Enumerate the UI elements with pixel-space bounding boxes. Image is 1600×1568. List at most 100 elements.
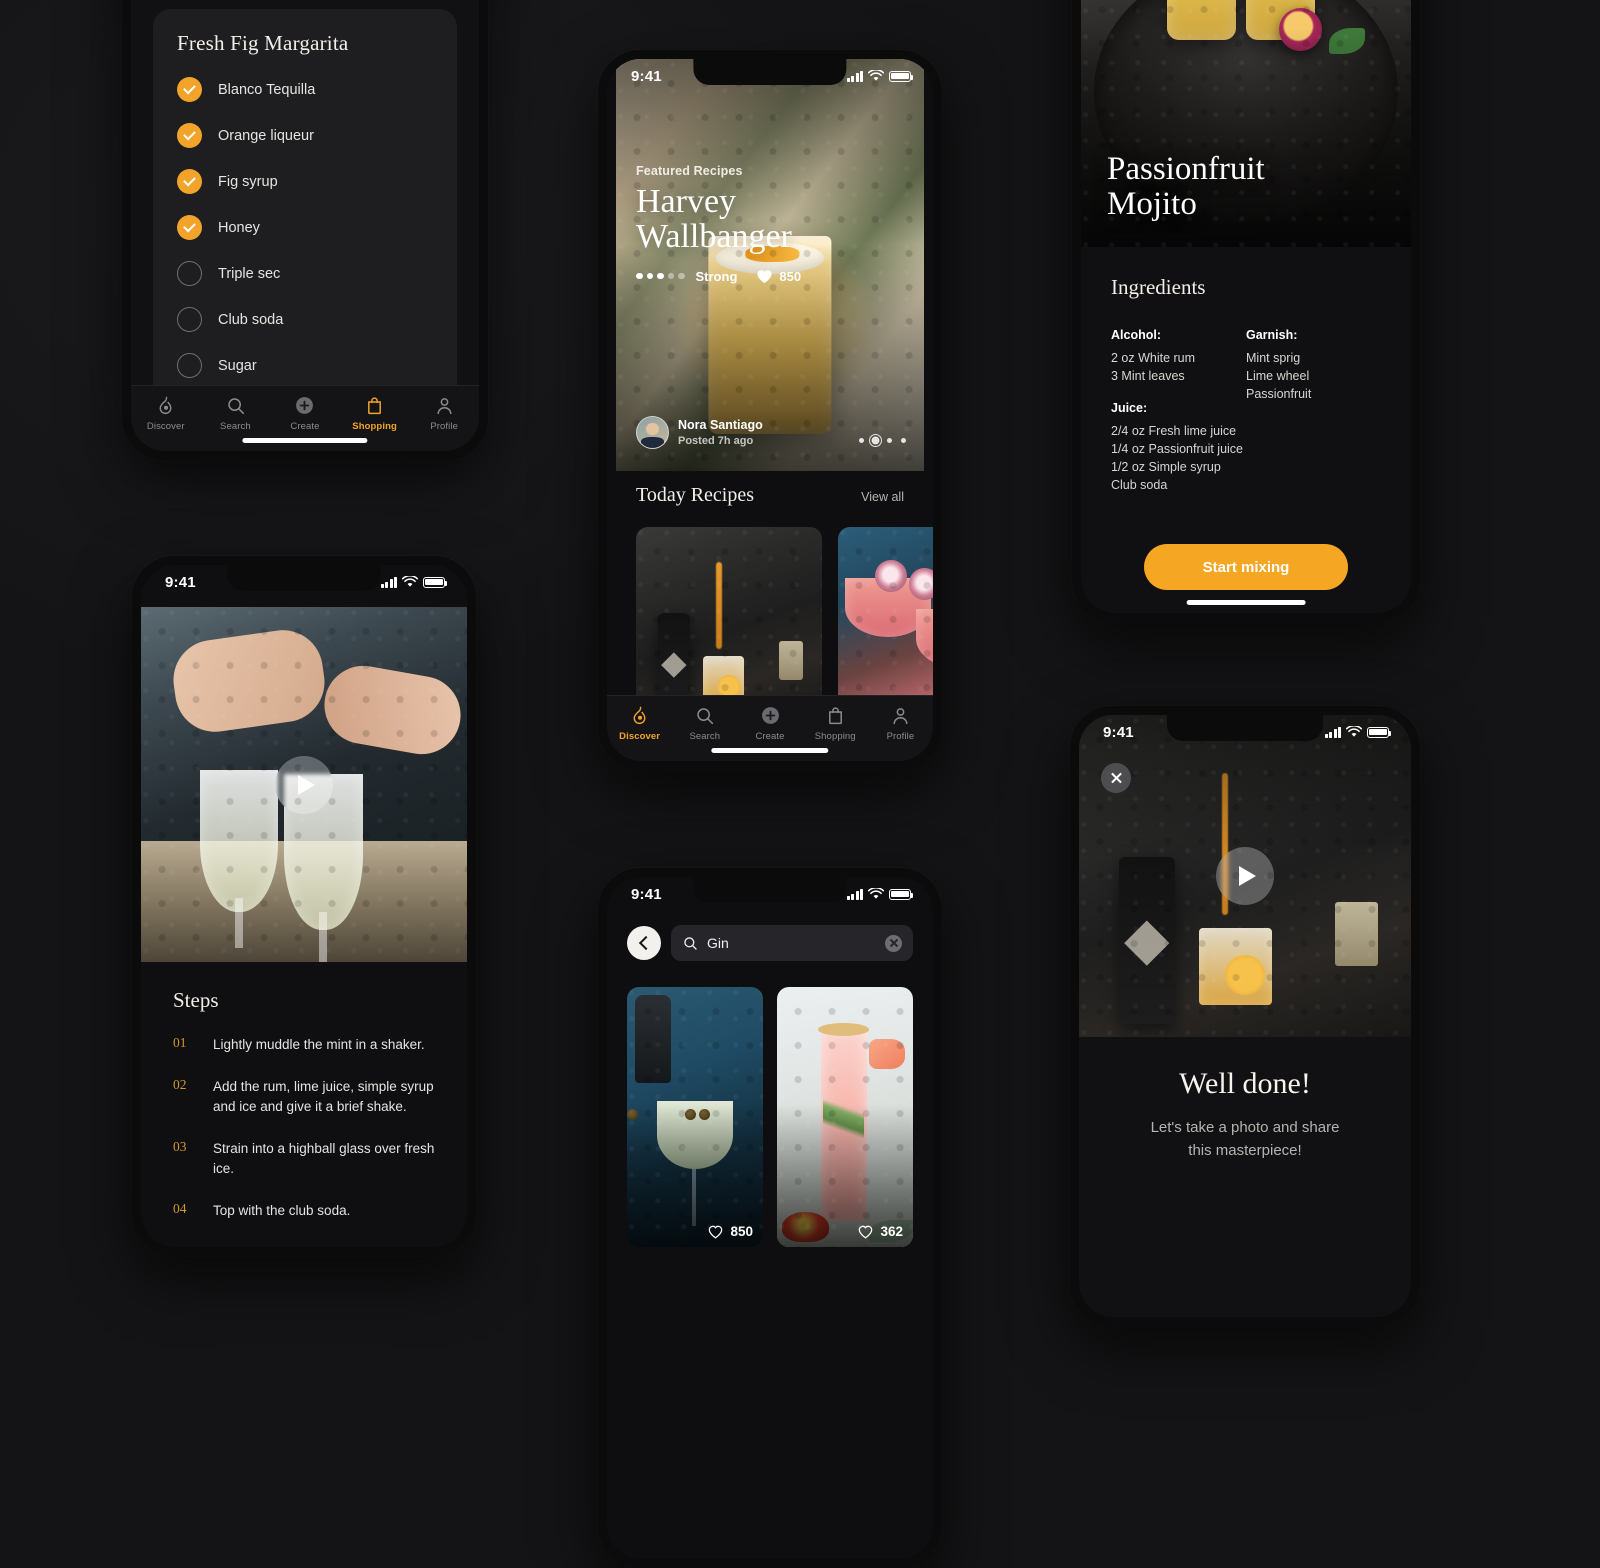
checkbox-checked-icon[interactable] [177, 215, 202, 240]
result-video-player[interactable] [1079, 715, 1411, 1037]
result-card[interactable]: 362 [777, 987, 913, 1247]
strength-dots [636, 272, 685, 280]
carousel-pager[interactable] [859, 434, 906, 447]
checkbox-unchecked-icon[interactable] [177, 353, 202, 378]
step-video-player[interactable] [141, 607, 467, 962]
screen-recipe-steps: Steps 01 Lightly muddle the mint in a sh… [141, 565, 467, 1247]
like-counter[interactable]: 850 [756, 268, 801, 284]
like-counter[interactable]: 362 [857, 1224, 903, 1239]
battery-icon [889, 70, 914, 82]
tab-shopping[interactable]: Shopping [803, 705, 868, 742]
pager-dot[interactable] [859, 438, 864, 443]
list-item[interactable]: Fig syrup [177, 169, 433, 194]
like-count: 362 [880, 1224, 903, 1239]
step-text: Lightly muddle the mint in a shaker. [213, 1037, 425, 1052]
close-icon[interactable] [1101, 763, 1131, 793]
group-heading: Juice: [1111, 401, 1148, 415]
recipe-card[interactable] [636, 527, 822, 723]
hero-title-line2: Wallbanger [636, 218, 792, 256]
tab-label: Profile [886, 731, 915, 742]
wifi-icon [868, 888, 884, 899]
ingredient-item: 1/4 oz Passionfruit juice [1111, 442, 1244, 456]
wifi-icon [868, 70, 884, 81]
status-bar: 9:41 [141, 565, 467, 595]
bag-icon [828, 707, 842, 725]
checkbox-unchecked-icon[interactable] [177, 261, 202, 286]
tab-label: Create [755, 731, 785, 742]
tab-create[interactable]: Create [270, 395, 340, 432]
today-recipes-carousel[interactable] [636, 527, 933, 723]
checkbox-unchecked-icon[interactable] [177, 307, 202, 332]
pager-dot[interactable] [901, 438, 906, 443]
list-item[interactable]: Blanco Tequilla [177, 77, 433, 102]
play-icon[interactable] [1216, 847, 1274, 905]
status-time: 9:41 [631, 67, 662, 85]
tab-create[interactable]: Create [737, 705, 802, 742]
list-item[interactable]: Sugar [177, 353, 433, 378]
ingredient-item: Lime wheel [1246, 369, 1310, 383]
step-number: 04 [173, 1200, 187, 1216]
cellular-icon [380, 576, 397, 588]
subtitle-line2: this masterpiece! [1188, 1141, 1302, 1159]
recipe-title-line1: Passionfruit [1107, 151, 1265, 188]
featured-recipe-hero[interactable]: Featured Recipes Harvey Wallbanger Stron… [616, 59, 924, 471]
tab-discover[interactable]: Discover [131, 395, 201, 432]
ingredient-label: Sugar [218, 357, 257, 374]
pager-dot[interactable] [887, 438, 892, 443]
posted-time: Posted 7h ago [678, 434, 754, 447]
clear-icon[interactable] [885, 934, 902, 952]
list-item[interactable]: Orange liqueur [177, 123, 433, 148]
step-number: 02 [173, 1076, 187, 1092]
list-item[interactable]: Honey [177, 215, 433, 240]
tab-profile[interactable]: Profile [409, 395, 479, 432]
search-input[interactable]: Gin [671, 925, 913, 961]
page-title: Fresh Fig Margarita [177, 31, 349, 55]
wifi-icon [402, 576, 418, 587]
tab-profile[interactable]: Profile [868, 705, 933, 742]
ingredients-section: Ingredients Alcohol: 2 oz White rum 3 Mi… [1081, 247, 1411, 613]
tab-label: Shopping [814, 731, 856, 742]
list-item[interactable]: Club soda [177, 307, 433, 332]
result-card[interactable]: 850 [627, 987, 763, 1247]
battery-icon [423, 576, 448, 588]
pager-dot-active[interactable] [869, 434, 882, 447]
group-heading: Garnish: [1246, 328, 1298, 342]
page-title: Well done! [1179, 1067, 1311, 1100]
step-item: 04 Top with the club soda. [173, 1201, 435, 1221]
status-bar: 9:41 [1079, 715, 1411, 745]
tab-search[interactable]: Search [201, 395, 271, 432]
plus-circle-icon [296, 397, 314, 414]
step-number: 01 [173, 1035, 187, 1050]
ingredient-item: 3 Mint leaves [1111, 369, 1185, 383]
tab-shopping[interactable]: Shopping [340, 395, 410, 432]
subtitle-line1: Let's take a photo and share [1150, 1119, 1340, 1136]
start-mixing-button[interactable]: Start mixing [1144, 544, 1348, 590]
ingredient-label: Honey [218, 219, 260, 236]
phone-recipe-detail: Passionfruit Mojito Ingredients Alcohol:… [1072, 0, 1420, 622]
step-text: Add the rum, lime juice, simple syrup an… [213, 1078, 434, 1114]
ingredient-group: Alcohol: 2 oz White rum 3 Mint leaves [1111, 328, 1246, 385]
like-count: 850 [730, 1224, 753, 1239]
view-all-link[interactable]: View all [861, 490, 904, 504]
wifi-icon [1346, 726, 1362, 737]
screen-search: Gin 850 362 9:41 [607, 877, 933, 1559]
tab-label: Discover [146, 421, 185, 432]
play-icon[interactable] [275, 755, 333, 814]
author-block[interactable]: Nora Santiago Posted 7h ago [636, 416, 763, 449]
tab-search[interactable]: Search [672, 705, 737, 742]
checkbox-checked-icon[interactable] [177, 123, 202, 148]
person-icon [893, 708, 908, 725]
checkbox-checked-icon[interactable] [177, 77, 202, 102]
status-icons [846, 888, 914, 900]
ingredient-group: Garnish: Mint sprig Lime wheel Passionfr… [1246, 328, 1381, 403]
recipe-card[interactable] [838, 527, 933, 723]
checkbox-checked-icon[interactable] [177, 169, 202, 194]
tab-discover[interactable]: Discover [607, 705, 672, 742]
ingredient-label: Triple sec [218, 265, 281, 282]
step-item: 03 Strain into a highball glass over fre… [173, 1139, 435, 1179]
home-indicator [1186, 600, 1306, 605]
list-item[interactable]: Triple sec [177, 261, 433, 286]
like-counter[interactable]: 850 [707, 1224, 753, 1239]
back-button[interactable] [627, 926, 661, 960]
ingredient-item: Club soda [1111, 478, 1168, 492]
